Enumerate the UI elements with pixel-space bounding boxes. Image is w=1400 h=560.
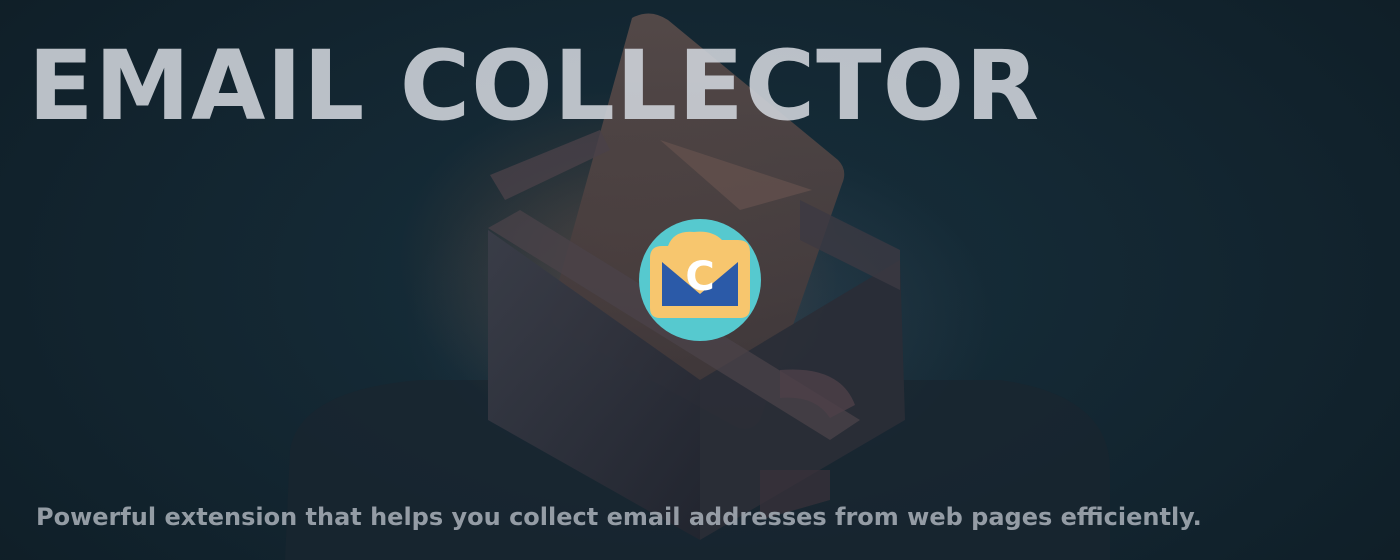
logo-letter: C (685, 254, 714, 300)
envelope-c-logo-icon: C (639, 219, 761, 341)
page-title: EMAIL COLLECTOR (28, 30, 1041, 142)
tagline: Powerful extension that helps you collec… (36, 503, 1202, 531)
extension-banner: EMAIL COLLECTOR C Powerful extension tha… (0, 0, 1400, 560)
